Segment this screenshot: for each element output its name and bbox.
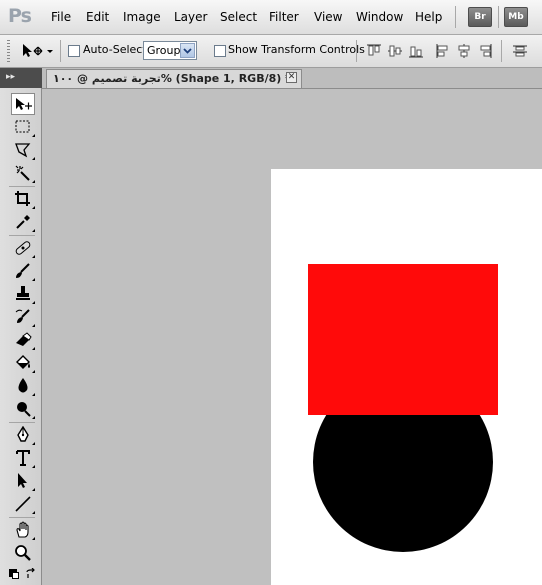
align-top-edges-icon[interactable]	[366, 43, 382, 59]
menu-image[interactable]: Image	[123, 10, 161, 24]
hand-icon	[16, 521, 29, 538]
move-tool-icon	[23, 44, 53, 57]
magic-wand-icon	[15, 165, 30, 181]
menu-filter[interactable]: Filter	[269, 10, 299, 24]
type-tool[interactable]	[11, 447, 35, 469]
eraser-icon	[16, 332, 32, 346]
distribute-top-edges-icon[interactable]	[512, 43, 528, 59]
red-rectangle-shape[interactable]	[308, 264, 498, 415]
align-bottom-edges-icon[interactable]	[408, 43, 424, 59]
pen-icon	[17, 426, 29, 442]
panel-collapse-button[interactable]: ▸▸	[0, 68, 42, 88]
blur-drop-icon	[18, 378, 28, 393]
move-tool-icon	[16, 98, 32, 110]
brush-tool[interactable]	[11, 260, 35, 282]
spot-healing-brush-tool[interactable]	[11, 237, 35, 259]
stamp-icon	[16, 286, 30, 300]
path-selection-icon	[18, 473, 27, 488]
move-tool[interactable]	[11, 93, 35, 115]
eyedropper-tool[interactable]	[11, 211, 35, 233]
options-separator	[356, 40, 357, 62]
bandage-icon	[15, 241, 31, 255]
menu-help[interactable]: Help	[415, 10, 442, 24]
lasso-tool[interactable]	[11, 139, 35, 161]
swap-colors-icon[interactable]	[25, 567, 37, 580]
auto-select-dropdown[interactable]: Group	[143, 41, 197, 60]
eraser-tool[interactable]	[11, 329, 35, 351]
path-selection-tool[interactable]	[11, 470, 35, 492]
mini-bridge-button[interactable]: Mb	[504, 7, 528, 27]
rectangular-marquee-tool[interactable]	[11, 116, 35, 138]
show-transform-label: Show Transform Controls	[228, 43, 365, 56]
document-tab-strip: ▸▸ تجربة تصميم @ ١٠٠% (Shape 1, RGB/8) *…	[0, 68, 542, 89]
rectangular-marquee-icon	[15, 120, 30, 133]
crop-tool[interactable]	[11, 188, 35, 210]
history-brush-tool[interactable]	[11, 306, 35, 328]
menu-view[interactable]: View	[314, 10, 342, 24]
chevron-down-icon	[180, 43, 195, 58]
tool-preset-picker[interactable]	[21, 42, 55, 60]
show-transform-checkbox[interactable]	[214, 45, 226, 57]
document-title: تجربة تصميم @ ١٠٠% (Shape 1, RGB/8) *	[53, 72, 291, 85]
blur-tool[interactable]	[11, 375, 35, 397]
paint-bucket-tool[interactable]	[11, 352, 35, 374]
zoom-tool[interactable]	[11, 542, 35, 564]
eyedropper-icon	[16, 215, 30, 229]
menu-separator	[455, 6, 456, 28]
document-canvas[interactable]	[271, 169, 542, 585]
menu-edit[interactable]: Edit	[86, 10, 109, 24]
bridge-button[interactable]: Br	[468, 7, 492, 27]
photoshop-logo: Ps	[8, 5, 32, 27]
clone-stamp-tool[interactable]	[11, 283, 35, 305]
menu-layer[interactable]: Layer	[174, 10, 207, 24]
history-brush-icon	[15, 309, 30, 323]
brush-icon	[16, 263, 30, 278]
align-horizontal-centers-icon[interactable]	[456, 43, 472, 59]
menu-window[interactable]: Window	[356, 10, 403, 24]
auto-select-label: Auto-Select:	[83, 43, 151, 56]
tools-panel	[0, 88, 42, 585]
menu-select[interactable]: Select	[220, 10, 257, 24]
menu-bar: Ps File Edit Image Layer Select Filter V…	[0, 0, 542, 35]
line-tool[interactable]	[11, 493, 35, 515]
canvas-workspace[interactable]	[42, 89, 542, 585]
line-icon	[15, 496, 31, 512]
dodge-icon	[17, 402, 31, 417]
options-bar-grip[interactable]	[7, 40, 10, 62]
menu-separator	[498, 6, 499, 28]
options-separator	[501, 40, 502, 62]
magic-wand-tool[interactable]	[11, 162, 35, 184]
align-vertical-centers-icon[interactable]	[387, 43, 403, 59]
pen-tool[interactable]	[11, 424, 35, 446]
document-tab[interactable]: تجربة تصميم @ ١٠٠% (Shape 1, RGB/8) *	[46, 69, 302, 88]
zoom-icon	[15, 545, 31, 561]
align-right-edges-icon[interactable]	[477, 43, 493, 59]
options-separator	[60, 40, 61, 62]
align-left-edges-icon[interactable]	[435, 43, 451, 59]
menu-file[interactable]: File	[51, 10, 71, 24]
close-icon[interactable]: ✕	[286, 72, 297, 83]
type-icon	[16, 450, 30, 466]
paint-bucket-icon	[16, 355, 30, 369]
polygonal-lasso-icon	[15, 143, 31, 158]
auto-select-value: Group	[147, 44, 181, 57]
crop-icon	[15, 191, 30, 206]
auto-select-checkbox[interactable]	[68, 45, 80, 57]
options-bar: Auto-Select: Group Show Transform Contro…	[0, 35, 542, 68]
default-colors-icon[interactable]	[9, 569, 19, 579]
hand-tool[interactable]	[11, 519, 35, 541]
dodge-tool[interactable]	[11, 398, 35, 420]
